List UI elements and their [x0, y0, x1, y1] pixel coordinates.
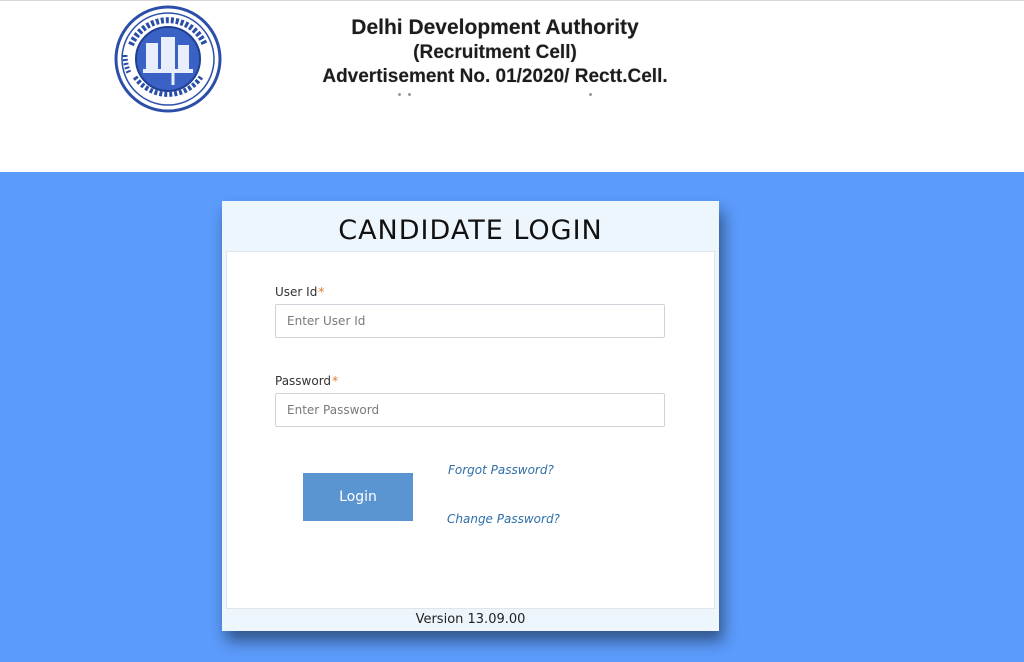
login-form: User Id* Password* Login Forgot Password…	[226, 251, 715, 609]
organization-cell: (Recruitment Cell)	[413, 42, 577, 63]
password-label-text: Password	[275, 374, 332, 388]
dda-logo-icon	[114, 5, 222, 113]
login-title: CANDIDATE LOGIN	[338, 215, 603, 246]
header: Delhi Development Authority (Recruitment…	[0, 0, 1024, 173]
password-input[interactable]	[275, 393, 665, 427]
forgot-password-link[interactable]: Forgot Password?	[448, 463, 554, 477]
login-button[interactable]: Login	[303, 473, 413, 521]
version-label: Version 13.09.00	[415, 612, 526, 627]
required-marker: *	[332, 374, 339, 388]
page: Delhi Development Authority (Recruitment…	[0, 0, 1024, 662]
decorative-dot	[408, 93, 411, 96]
user-id-label-text: User Id	[275, 285, 318, 299]
organization-heading: Delhi Development Authority (Recruitment…	[300, 15, 690, 89]
decorative-dot	[398, 93, 401, 96]
user-id-label: User Id*	[275, 285, 324, 299]
decorative-dot	[589, 93, 592, 96]
password-label: Password*	[275, 374, 338, 388]
organization-name: Delhi Development Authority	[351, 16, 639, 39]
advertisement-number: Advertisement No. 01/2020/ Rectt.Cell.	[322, 66, 668, 87]
required-marker: *	[318, 285, 325, 299]
user-id-input[interactable]	[275, 304, 665, 338]
login-card: CANDIDATE LOGIN User Id* Password* Login…	[222, 201, 719, 631]
change-password-link[interactable]: Change Password?	[447, 512, 560, 526]
